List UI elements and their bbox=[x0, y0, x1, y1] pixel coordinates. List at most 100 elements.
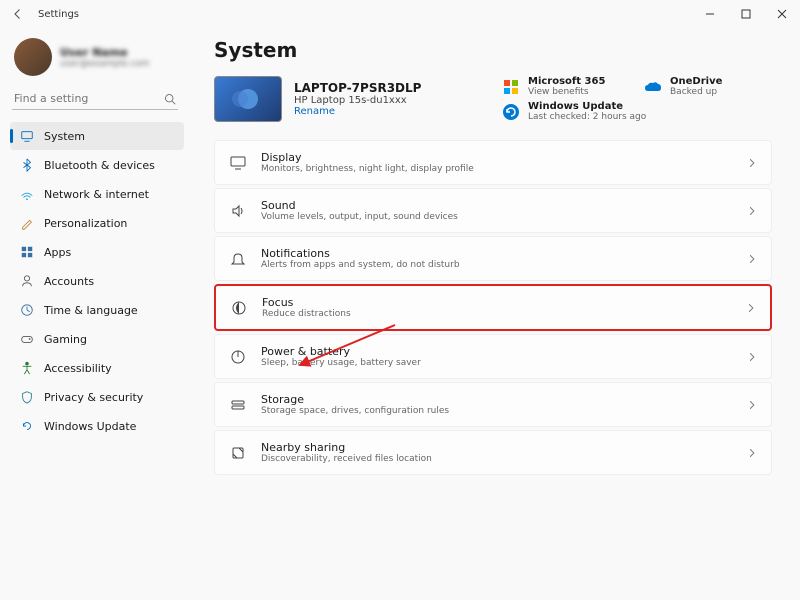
device-card[interactable]: LAPTOP-7PSR3DLP HP Laptop 15s-du1xxx Ren… bbox=[214, 76, 482, 122]
chevron-right-icon bbox=[746, 303, 756, 313]
tile-microsoft365[interactable]: Microsoft 365 View benefits bbox=[502, 76, 630, 97]
titlebar: Settings bbox=[0, 0, 800, 28]
sidebar-item-accessibility[interactable]: Accessibility bbox=[10, 354, 184, 382]
focus-icon bbox=[230, 299, 248, 317]
apps-icon bbox=[20, 245, 34, 259]
settings-item-focus[interactable]: Focus Reduce distractions bbox=[214, 284, 772, 331]
search[interactable] bbox=[12, 88, 178, 110]
item-title: Nearby sharing bbox=[261, 441, 432, 454]
accounts-icon bbox=[20, 274, 34, 288]
accessibility-icon bbox=[20, 361, 34, 375]
maximize-button[interactable] bbox=[728, 0, 764, 28]
search-icon bbox=[164, 93, 176, 105]
item-sub: Storage space, drives, configuration rul… bbox=[261, 406, 449, 416]
back-button[interactable] bbox=[8, 4, 28, 24]
device-name: LAPTOP-7PSR3DLP bbox=[294, 81, 421, 95]
power-icon bbox=[229, 348, 247, 366]
sidebar-item-system[interactable]: System bbox=[10, 122, 184, 150]
profile-email: user@example.com bbox=[60, 59, 149, 69]
settings-items: Display Monitors, brightness, night ligh… bbox=[214, 140, 772, 475]
sidebar-item-label: Network & internet bbox=[44, 188, 149, 201]
sidebar-item-label: Time & language bbox=[44, 304, 138, 317]
sidebar-item-time[interactable]: Time & language bbox=[10, 296, 184, 324]
tile-title: OneDrive bbox=[670, 76, 722, 87]
item-title: Focus bbox=[262, 296, 351, 309]
personalization-icon bbox=[20, 216, 34, 230]
main: System LAPTOP-7PSR3DLP HP Laptop 15s-du1… bbox=[190, 28, 800, 600]
item-sub: Discoverability, received files location bbox=[261, 454, 432, 464]
privacy-icon bbox=[20, 390, 34, 404]
settings-item-notifications[interactable]: Notifications Alerts from apps and syste… bbox=[214, 236, 772, 281]
sidebar: User Name user@example.com System Bluetoo… bbox=[0, 28, 190, 600]
page-title: System bbox=[214, 38, 772, 62]
device-image bbox=[214, 76, 282, 122]
sidebar-item-label: Personalization bbox=[44, 217, 127, 230]
item-sub: Monitors, brightness, night light, displ… bbox=[261, 164, 474, 174]
window-controls bbox=[692, 0, 800, 28]
item-sub: Reduce distractions bbox=[262, 309, 351, 319]
time-icon bbox=[20, 303, 34, 317]
sidebar-item-bluetooth[interactable]: Bluetooth & devices bbox=[10, 151, 184, 179]
display-icon bbox=[229, 154, 247, 172]
nav: System Bluetooth & devices Network & inter… bbox=[10, 122, 184, 440]
profile-text: User Name user@example.com bbox=[60, 46, 149, 69]
sidebar-item-label: Bluetooth & devices bbox=[44, 159, 155, 172]
chevron-right-icon bbox=[747, 158, 757, 168]
nearby-icon bbox=[229, 444, 247, 462]
sidebar-item-privacy[interactable]: Privacy & security bbox=[10, 383, 184, 411]
settings-item-display[interactable]: Display Monitors, brightness, night ligh… bbox=[214, 140, 772, 185]
storage-icon bbox=[229, 396, 247, 414]
sidebar-item-update[interactable]: Windows Update bbox=[10, 412, 184, 440]
bluetooth-icon bbox=[20, 158, 34, 172]
sidebar-item-accounts[interactable]: Accounts bbox=[10, 267, 184, 295]
chevron-right-icon bbox=[747, 206, 757, 216]
sidebar-item-apps[interactable]: Apps bbox=[10, 238, 184, 266]
item-title: Sound bbox=[261, 199, 458, 212]
chevron-right-icon bbox=[747, 352, 757, 362]
sound-icon bbox=[229, 202, 247, 220]
search-input[interactable] bbox=[14, 92, 164, 105]
tile-sub: Backed up bbox=[670, 87, 722, 97]
tiles: Microsoft 365 View benefits OneDrive Bac… bbox=[502, 76, 772, 122]
item-sub: Alerts from apps and system, do not dist… bbox=[261, 260, 460, 270]
chevron-right-icon bbox=[747, 254, 757, 264]
sidebar-item-gaming[interactable]: Gaming bbox=[10, 325, 184, 353]
item-title: Display bbox=[261, 151, 474, 164]
tile-sub: Last checked: 2 hours ago bbox=[528, 112, 646, 122]
settings-item-nearby[interactable]: Nearby sharing Discoverability, received… bbox=[214, 430, 772, 475]
settings-item-power[interactable]: Power & battery Sleep, battery usage, ba… bbox=[214, 334, 772, 379]
settings-item-storage[interactable]: Storage Storage space, drives, configura… bbox=[214, 382, 772, 427]
item-title: Storage bbox=[261, 393, 449, 406]
sidebar-item-personalization[interactable]: Personalization bbox=[10, 209, 184, 237]
onedrive-icon bbox=[644, 78, 662, 96]
sidebar-item-label: Accounts bbox=[44, 275, 94, 288]
chevron-right-icon bbox=[747, 400, 757, 410]
item-title: Power & battery bbox=[261, 345, 421, 358]
sidebar-item-label: Accessibility bbox=[44, 362, 112, 375]
tile-sub: View benefits bbox=[528, 87, 605, 97]
sidebar-item-label: Windows Update bbox=[44, 420, 136, 433]
item-sub: Sleep, battery usage, battery saver bbox=[261, 358, 421, 368]
minimize-button[interactable] bbox=[692, 0, 728, 28]
settings-item-sound[interactable]: Sound Volume levels, output, input, soun… bbox=[214, 188, 772, 233]
notifications-icon bbox=[229, 250, 247, 268]
profile[interactable]: User Name user@example.com bbox=[10, 34, 184, 86]
item-title: Notifications bbox=[261, 247, 460, 260]
sidebar-item-network[interactable]: Network & internet bbox=[10, 180, 184, 208]
system-icon bbox=[20, 129, 34, 143]
sidebar-item-label: Gaming bbox=[44, 333, 87, 346]
tile-windows-update[interactable]: Windows Update Last checked: 2 hours ago bbox=[502, 101, 772, 122]
gaming-icon bbox=[20, 332, 34, 346]
item-sub: Volume levels, output, input, sound devi… bbox=[261, 212, 458, 222]
device-rename-link[interactable]: Rename bbox=[294, 106, 421, 117]
sidebar-item-label: Apps bbox=[44, 246, 71, 259]
device-model: HP Laptop 15s-du1xxx bbox=[294, 95, 421, 106]
tile-onedrive[interactable]: OneDrive Backed up bbox=[644, 76, 772, 97]
avatar bbox=[14, 38, 52, 76]
tile-title: Windows Update bbox=[528, 101, 646, 112]
window-title: Settings bbox=[38, 9, 79, 20]
profile-name: User Name bbox=[60, 46, 149, 59]
network-icon bbox=[20, 187, 34, 201]
sidebar-item-label: System bbox=[44, 130, 85, 143]
close-button[interactable] bbox=[764, 0, 800, 28]
